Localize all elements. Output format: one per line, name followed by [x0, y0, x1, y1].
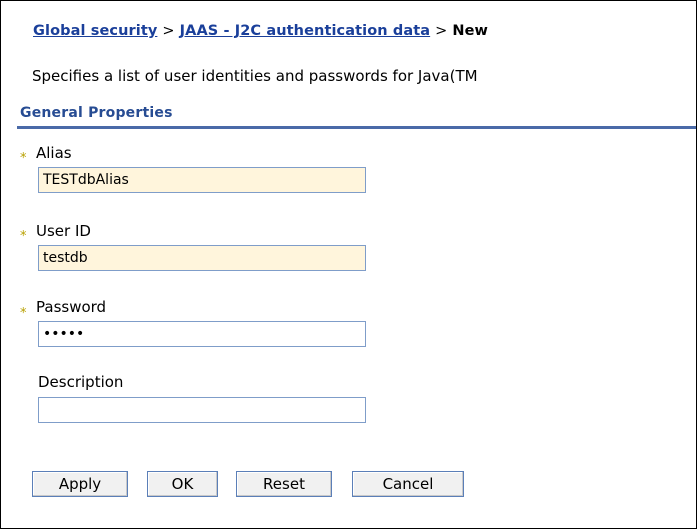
required-star-icon: *	[20, 306, 27, 321]
breadcrumb-separator: >	[435, 23, 448, 39]
breadcrumb-link-jaas-j2c[interactable]: JAAS - J2C authentication data	[180, 23, 430, 39]
required-star-icon: *	[20, 151, 27, 166]
cancel-button[interactable]: Cancel	[352, 471, 464, 497]
description-input[interactable]	[38, 397, 366, 423]
breadcrumb-current: New	[452, 23, 489, 39]
user-id-input[interactable]	[38, 245, 366, 271]
section-divider	[17, 126, 696, 129]
user-id-label: User ID	[36, 222, 91, 240]
alias-label: Alias	[36, 144, 72, 162]
breadcrumb: Global security > JAAS - J2C authenticatio…	[33, 23, 488, 39]
description-label: Description	[38, 373, 124, 391]
breadcrumb-link-global-security[interactable]: Global security	[33, 23, 157, 39]
reset-button[interactable]: Reset	[236, 471, 332, 497]
alias-input[interactable]	[38, 167, 366, 193]
breadcrumb-separator: >	[162, 23, 175, 39]
page-frame: Global security > JAAS - J2C authenticatio…	[0, 0, 697, 529]
section-title-general-properties: General Properties	[20, 105, 173, 121]
required-star-icon: *	[20, 229, 27, 244]
apply-button[interactable]: Apply	[32, 471, 128, 497]
password-input[interactable]	[38, 321, 366, 347]
ok-button[interactable]: OK	[147, 471, 218, 497]
page-description: Specifies a list of user identities and …	[32, 67, 478, 85]
password-label: Password	[36, 298, 107, 316]
